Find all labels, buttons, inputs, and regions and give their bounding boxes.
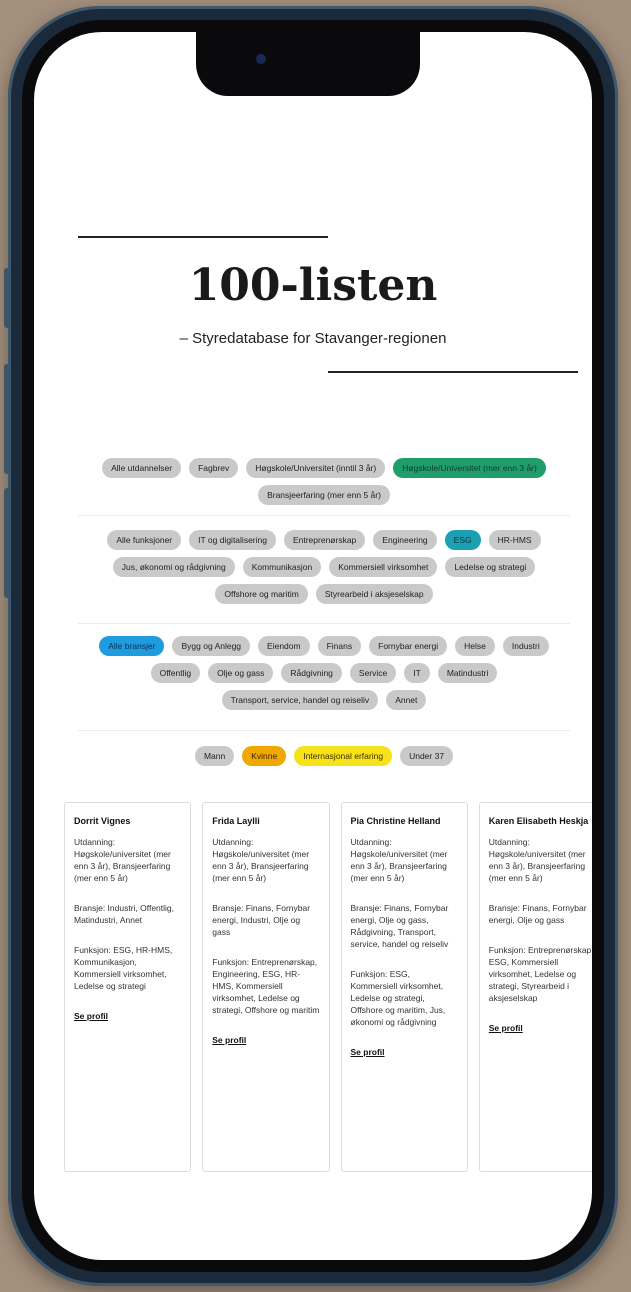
side-button	[4, 364, 10, 474]
filter-chip-olje-og-gass[interactable]: Olje og gass	[208, 663, 274, 683]
filter-chip-under-37[interactable]: Under 37	[400, 746, 454, 766]
filter-chip-engineering[interactable]: Engineering	[373, 530, 437, 550]
filter-chip-entreprenorskap[interactable]: Entreprenørskap	[283, 530, 366, 550]
filter-chip-hr-hms[interactable]: HR-HMS	[488, 530, 541, 550]
filter-chip-it-og-digitalisering[interactable]: IT og digitalisering	[189, 530, 276, 550]
side-button	[4, 268, 10, 328]
profile-cards: Dorrit Vignes Utdanning: Høgskole/univers…	[64, 802, 592, 1172]
filter-chip-industri[interactable]: Industri	[502, 636, 549, 656]
filter-chip-jus-okonomi-og-radgivning[interactable]: Jus, økonomi og rådgivning	[112, 557, 235, 577]
filter-chip-alle-utdannelser[interactable]: Alle utdannelser	[102, 458, 182, 478]
filter-chip-bransjeerfaring-mer-enn-5-ar[interactable]: Bransjeerfaring (mer enn 5 år)	[258, 485, 390, 505]
phone-notch	[196, 32, 420, 96]
filter-chip-fagbrev[interactable]: Fagbrev	[189, 458, 239, 478]
profile-industry: Bransje: Finans, Fornybar energi, Olje o…	[350, 903, 449, 949]
profile-industry: Bransje: Finans, Fornybar energi, Olje o…	[488, 903, 587, 925]
camera-icon	[256, 54, 266, 64]
see-profile-link[interactable]: Se profil	[212, 1034, 319, 1046]
phone-screen: 100-listen – Styredatabase for Stavanger…	[34, 32, 592, 1260]
filter-chip-finans[interactable]: Finans	[317, 636, 362, 656]
profile-education: Utdanning: Høgskole/universitet (mer enn…	[74, 837, 171, 883]
filter-chip-kommunikasjon[interactable]: Kommunikasjon	[242, 557, 322, 577]
filter-chip-fornybar-energi[interactable]: Fornybar energi	[369, 636, 448, 656]
education-filters: Alle utdannelser Fagbrev Høgskole/Universi…	[74, 458, 574, 505]
filter-chip-service[interactable]: Service	[349, 663, 397, 683]
profile-function: Funksjon: Entreprenørskap, Engineering, …	[212, 957, 320, 1015]
profile-name: Frida Laylli	[212, 816, 260, 826]
profile-name: Pia Christine Helland	[350, 816, 441, 826]
filter-chip-offshore-og-maritim[interactable]: Offshore og maritim	[215, 584, 308, 604]
filter-chip-transport-service-handel-og-reiseliv[interactable]: Transport, service, handel og reiseliv	[221, 690, 379, 710]
see-profile-link[interactable]: Se profil	[351, 1046, 458, 1058]
page-subtitle: – Styredatabase for Stavanger-regionen	[179, 330, 447, 347]
filter-chip-kommersiell-virksomhet[interactable]: Kommersiell virksomhet	[329, 557, 438, 577]
profile-education: Utdanning: Høgskole/universitet (mer enn…	[212, 837, 310, 883]
filter-chip-hogskole-universitet-mer-enn-3-ar[interactable]: Høgskole/Universitet (mer enn 3 år)	[393, 458, 546, 478]
filter-chip-alle-funksjoner[interactable]: Alle funksjoner	[107, 530, 182, 550]
other-filters: Mann Kvinne Internasjonal erfaring Under 37	[74, 746, 574, 766]
divider	[78, 515, 570, 516]
profile-industry: Bransje: Industri, Offentlig, Matindustr…	[74, 903, 175, 925]
industry-filters: Alle bransjer Bygg og Anlegg Eiendom Finans…	[74, 636, 574, 710]
see-profile-link[interactable]: Se profil	[489, 1022, 592, 1034]
filter-chip-hogskole-universitet-inntil-3-ar[interactable]: Høgskole/Universitet (inntil 3 år)	[246, 458, 386, 478]
phone-mockup: 100-listen – Styredatabase for Stavanger…	[4, 6, 618, 1286]
filter-chip-styrearbeid-i-aksjeselskap[interactable]: Styrearbeid i aksjeselskap	[315, 584, 433, 604]
profile-education: Utdanning: Høgskole/universitet (mer enn…	[488, 837, 586, 883]
profile-industry: Bransje: Finans, Fornybar energi, Indust…	[212, 903, 311, 937]
title-rule-top	[78, 236, 328, 238]
profile-function: Funksjon: ESG, Kommersiell virksomhet, L…	[350, 969, 446, 1027]
page-title: 100-listen	[188, 260, 438, 311]
profile-card: Pia Christine Helland Utdanning: Høgskole…	[340, 802, 468, 1172]
filter-chip-helse[interactable]: Helse	[455, 636, 495, 656]
title-rule-bottom	[328, 371, 578, 373]
filter-chip-matindustri[interactable]: Matindustri	[437, 663, 498, 683]
profile-education: Utdanning: Høgskole/universitet (mer enn…	[350, 837, 448, 883]
profile-function: Funksjon: ESG, HR-HMS, Kommunikasjon, Ko…	[74, 945, 173, 991]
filter-chip-it[interactable]: IT	[404, 663, 430, 683]
filter-chip-ledelse-og-strategi[interactable]: Ledelse og strategi	[445, 557, 536, 577]
filter-chip-kvinne[interactable]: Kvinne	[242, 746, 287, 766]
filter-chip-mann[interactable]: Mann	[194, 746, 235, 766]
see-profile-link[interactable]: Se profil	[74, 1010, 181, 1022]
profile-name: Dorrit Vignes	[74, 816, 131, 826]
profile-name: Karen Elisabeth Heskja	[488, 816, 589, 826]
filter-chip-internasjonal-erfaring[interactable]: Internasjonal erfaring	[294, 746, 393, 766]
filter-chip-eiendom[interactable]: Eiendom	[258, 636, 310, 656]
filter-chip-annet[interactable]: Annet	[386, 690, 427, 710]
function-filters: Alle funksjoner IT og digitalisering Entre…	[74, 530, 574, 604]
side-button	[4, 488, 10, 598]
filter-chip-alle-bransjer[interactable]: Alle bransjer	[99, 636, 165, 656]
filter-chip-esg[interactable]: ESG	[444, 530, 481, 550]
filter-chip-bygg-og-anlegg[interactable]: Bygg og Anlegg	[172, 636, 251, 656]
profile-card: Frida Laylli Utdanning: Høgskole/universi…	[202, 802, 330, 1172]
phone-bezel: 100-listen – Styredatabase for Stavanger…	[22, 20, 604, 1272]
profile-card: Dorrit Vignes Utdanning: Høgskole/univers…	[64, 802, 192, 1172]
filter-chip-radgivning[interactable]: Rådgivning	[281, 663, 342, 683]
divider	[78, 730, 570, 731]
profile-card: Karen Elisabeth Heskja Utdanning: Høgskol…	[478, 802, 592, 1172]
profile-function: Funksjon: Entreprenørskap, ESG, Kommersi…	[488, 945, 592, 1003]
filter-chip-offentlig[interactable]: Offentlig	[150, 663, 201, 683]
divider	[78, 623, 570, 624]
